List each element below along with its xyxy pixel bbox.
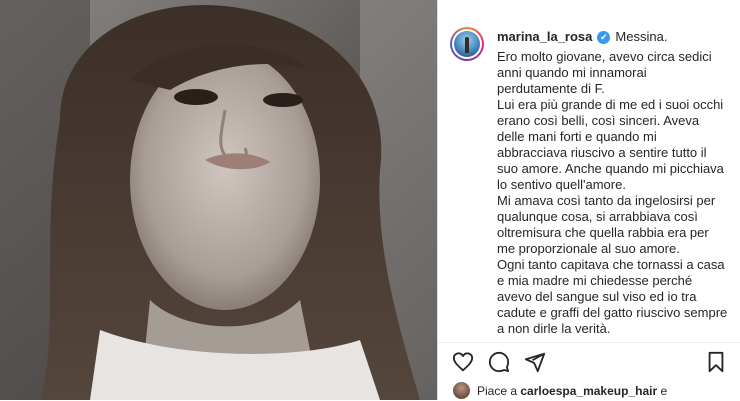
caption-area[interactable]: marina_la_rosa ✔ Messina. Ero molto giov… — [438, 0, 740, 342]
instagram-post: marina_la_rosa ✔ Messina. Ero molto giov… — [0, 0, 740, 400]
comment-icon[interactable] — [488, 351, 510, 373]
username-link[interactable]: marina_la_rosa — [497, 29, 592, 45]
likes-line: Piace a carloespa_makeup_hair e — [452, 381, 667, 400]
liker-username-link[interactable]: carloespa_makeup_hair — [520, 384, 657, 398]
location-text: Messina. — [615, 29, 668, 44]
likes-suffix: e — [660, 383, 668, 398]
post-sidebar: marina_la_rosa ✔ Messina. Ero molto giov… — [437, 0, 740, 400]
avatar[interactable] — [450, 27, 484, 61]
caption: marina_la_rosa ✔ Messina. Ero molto giov… — [497, 29, 729, 337]
share-icon[interactable] — [524, 351, 546, 373]
bookmark-icon[interactable] — [705, 351, 727, 373]
portrait-image — [0, 0, 437, 400]
caption-paragraph: Ero molto giovane, avevo circa sedici an… — [497, 49, 712, 96]
caption-paragraph: Ogni tanto capitava che tornassi a casa … — [497, 257, 728, 336]
avatar-image — [454, 31, 480, 57]
caption-paragraph: Mi amava così tanto da ingelosirsi per q… — [497, 193, 716, 256]
action-bar: Piace a carloespa_makeup_hair e — [438, 342, 740, 401]
likes-prefix: Piace a — [477, 383, 518, 398]
heart-icon[interactable] — [452, 351, 474, 373]
caption-paragraph: Lui era più grande di me ed i suoi occhi… — [497, 97, 724, 192]
post-photo[interactable] — [0, 0, 437, 400]
verified-badge-icon: ✔ — [597, 30, 611, 44]
liker-avatar[interactable] — [452, 381, 471, 400]
